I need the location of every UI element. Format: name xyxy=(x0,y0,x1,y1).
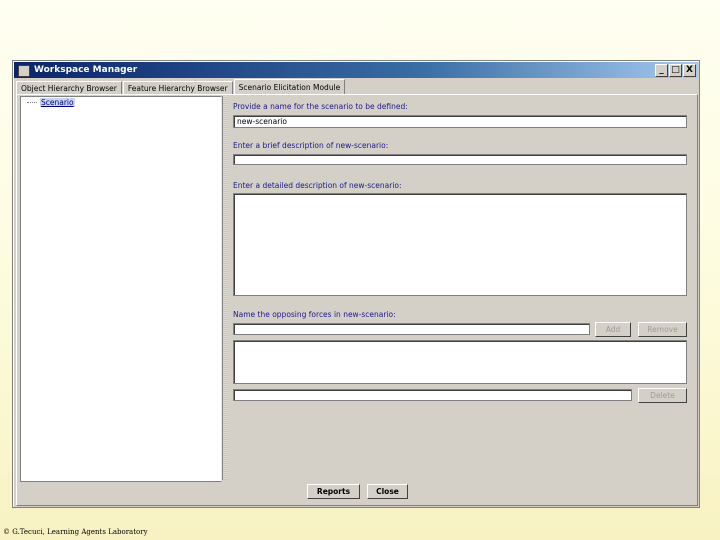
opposing-forces-input[interactable] xyxy=(233,323,590,335)
maximize-button[interactable]: □ xyxy=(669,64,682,77)
detailed-description-textarea[interactable] xyxy=(233,193,687,296)
tree-item-scenario[interactable]: Scenario xyxy=(27,98,75,107)
close-button[interactable]: Close xyxy=(367,484,408,499)
minimize-button[interactable]: _ xyxy=(655,64,668,77)
tab-strip: Object Hierarchy Browser Feature Hierarc… xyxy=(16,79,346,95)
copyright-footer: © G.Tecuci, Learning Agents Laboratory xyxy=(3,528,148,536)
title-bar[interactable]: Workspace Manager _ □ X xyxy=(14,62,698,78)
forces-detail-input[interactable] xyxy=(233,389,632,401)
scenario-name-value: new-scenario xyxy=(237,117,287,126)
tree-branch-line xyxy=(27,102,37,103)
tab-scenario-elicitation-module[interactable]: Scenario Elicitation Module xyxy=(233,79,346,95)
close-window-button[interactable]: X xyxy=(683,64,696,77)
scenario-tree[interactable]: Scenario xyxy=(20,96,222,482)
workspace-manager-window: Workspace Manager _ □ X Object Hierarchy… xyxy=(12,60,700,508)
app-icon xyxy=(18,65,30,77)
detailed-description-label: Enter a detailed description of new-scen… xyxy=(233,181,402,190)
tab-panel: Scenario Provide a name for the scenario… xyxy=(16,94,698,506)
window-title: Workspace Manager xyxy=(34,65,138,75)
brief-description-label: Enter a brief description of new-scenari… xyxy=(233,141,389,150)
tree-item-label: Scenario xyxy=(40,98,75,107)
tab-feature-hierarchy-browser[interactable]: Feature Hierarchy Browser xyxy=(122,81,233,95)
opposing-forces-label: Name the opposing forces in new-scenario… xyxy=(233,310,396,319)
scenario-name-input[interactable]: new-scenario xyxy=(233,115,687,128)
scenario-name-label: Provide a name for the scenario to be de… xyxy=(233,102,408,111)
add-button[interactable]: Add xyxy=(595,322,631,337)
tab-object-hierarchy-browser[interactable]: Object Hierarchy Browser xyxy=(16,81,122,95)
brief-description-input[interactable] xyxy=(233,154,687,165)
reports-button[interactable]: Reports xyxy=(307,484,360,499)
opposing-forces-list[interactable] xyxy=(233,340,687,384)
splitter-handle[interactable] xyxy=(222,96,228,480)
remove-button[interactable]: Remove xyxy=(638,322,687,337)
delete-button[interactable]: Delete xyxy=(638,388,687,403)
